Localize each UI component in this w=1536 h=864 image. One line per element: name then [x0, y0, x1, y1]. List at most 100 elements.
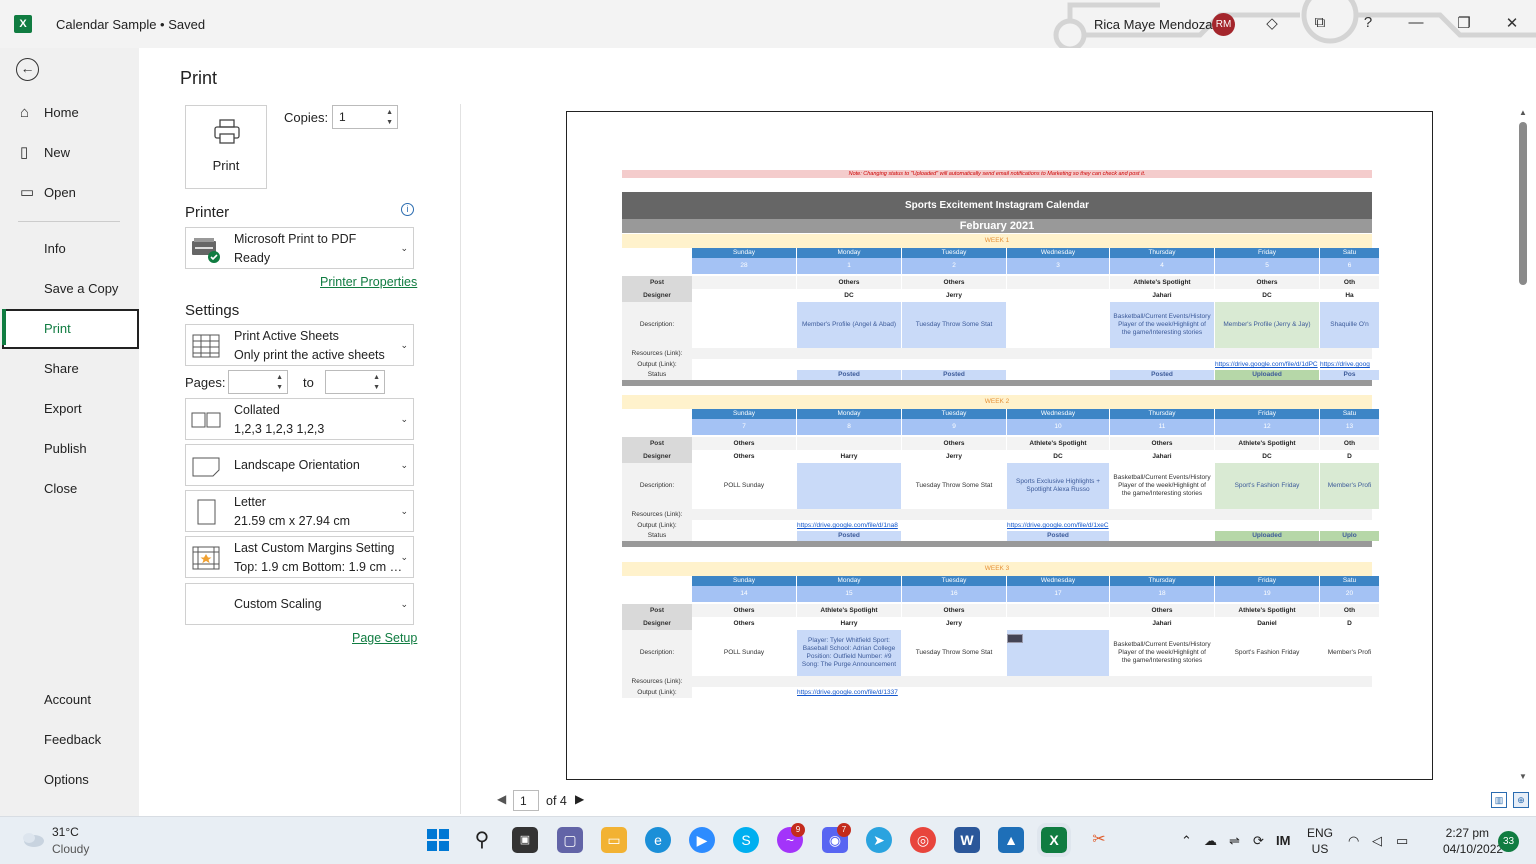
edge-browser-icon[interactable]: e: [645, 827, 671, 853]
nav-print[interactable]: Print: [2, 309, 139, 349]
preview-scrollbar[interactable]: ▲ ▼: [1516, 104, 1531, 784]
nav-save-a-copy[interactable]: Save a Copy: [0, 271, 139, 307]
page-setup-link[interactable]: Page Setup: [352, 631, 417, 645]
show-margins-icon[interactable]: ▥: [1491, 792, 1507, 808]
post-cell: [692, 276, 796, 289]
nav-publish[interactable]: Publish: [0, 431, 139, 467]
teams-chat-icon[interactable]: ▢: [557, 827, 583, 853]
back-arrow-icon[interactable]: ←: [16, 58, 39, 81]
pages-to-input[interactable]: ▲ ▼: [325, 370, 385, 394]
premium-diamond-icon[interactable]: ◇: [1262, 14, 1282, 32]
avatar[interactable]: RM: [1212, 13, 1235, 36]
minimize-icon[interactable]: —: [1406, 14, 1426, 31]
scaling-dropdown[interactable]: Custom Scaling ⌄: [185, 583, 414, 625]
day-header: Friday: [1215, 576, 1319, 586]
nav-label: Feedback: [44, 732, 102, 747]
next-page-icon[interactable]: ▶: [575, 792, 584, 806]
spin-down-icon[interactable]: ▼: [373, 384, 380, 391]
weather-temperature[interactable]: 31°C: [52, 825, 79, 839]
printer-dropdown[interactable]: Microsoft Print to PDF Ready ⌄: [185, 227, 414, 269]
nav-info[interactable]: Info: [0, 231, 139, 267]
spin-down-icon[interactable]: ▼: [386, 119, 393, 126]
week-band: WEEK 1: [622, 234, 1372, 248]
margins-dropdown[interactable]: Last Custom Margins Setting Top: 1.9 cm …: [185, 536, 414, 578]
zoom-to-page-icon[interactable]: ⊕: [1513, 792, 1529, 808]
show-hidden-icons-icon[interactable]: ⌃: [1181, 833, 1192, 849]
output-link: https://drive.goog: [1320, 361, 1370, 368]
excel-taskbar-icon[interactable]: X: [1037, 823, 1071, 857]
page-number-input[interactable]: 1: [513, 790, 539, 811]
paper-size-dropdown[interactable]: Letter 21.59 cm x 27.94 cm ⌄: [185, 490, 414, 532]
chevron-down-icon: ⌄: [400, 552, 408, 562]
settings-sliders-icon[interactable]: ⇌: [1229, 833, 1240, 849]
volume-icon[interactable]: ◁: [1372, 833, 1382, 849]
week-separator: [622, 541, 1372, 547]
info-icon[interactable]: i: [401, 203, 414, 216]
nav-account[interactable]: Account: [0, 682, 139, 718]
spin-down-icon[interactable]: ▼: [276, 384, 283, 391]
weather-condition[interactable]: Cloudy: [52, 842, 89, 856]
row-label-designer: Designer: [622, 289, 692, 302]
close-icon[interactable]: ✕: [1502, 14, 1522, 32]
row-label-status: Status: [622, 370, 692, 380]
nav-feedback[interactable]: Feedback: [0, 722, 139, 758]
chrome-icon[interactable]: ◎: [910, 827, 936, 853]
description-cell: Member's Profi: [1327, 649, 1372, 657]
spin-up-icon[interactable]: ▲: [276, 374, 283, 381]
print-button[interactable]: Print: [185, 105, 267, 189]
sync-icon[interactable]: ⟳: [1253, 833, 1264, 849]
orientation-dropdown[interactable]: Landscape Orientation ⌄: [185, 444, 414, 486]
wifi-icon[interactable]: ◠: [1348, 833, 1359, 849]
landscape-page-icon: [192, 457, 220, 477]
previous-page-icon[interactable]: ◀: [497, 792, 506, 806]
word-icon[interactable]: W: [954, 827, 980, 853]
language-indicator[interactable]: ENG US: [1307, 825, 1333, 857]
spin-up-icon[interactable]: ▲: [386, 109, 393, 116]
search-icon[interactable]: ⚲: [469, 827, 495, 853]
status-cell: [1110, 531, 1214, 541]
nav-open[interactable]: ▭ Open: [0, 175, 139, 211]
scroll-up-icon[interactable]: ▲: [1519, 108, 1527, 117]
file-explorer-icon[interactable]: ▭: [601, 827, 627, 853]
battery-icon[interactable]: ▭: [1396, 833, 1408, 849]
printer-properties-link[interactable]: Printer Properties: [320, 275, 417, 289]
restore-icon[interactable]: ❐: [1454, 14, 1474, 32]
user-name[interactable]: Rica Maye Mendoza: [1094, 17, 1213, 32]
scroll-down-icon[interactable]: ▼: [1519, 772, 1527, 781]
windows-start-icon[interactable]: [425, 827, 451, 853]
skype-icon[interactable]: S: [733, 827, 759, 853]
nav-home[interactable]: ⌂ Home: [0, 95, 139, 131]
print-what-label: Print Active Sheets: [234, 329, 339, 343]
nav-options[interactable]: Options: [0, 762, 139, 798]
day-header: Sunday: [692, 576, 796, 586]
help-icon[interactable]: ?: [1358, 14, 1378, 31]
system-clock[interactable]: 2:27 pm 04/10/2022: [1443, 825, 1503, 857]
collated-icon: [191, 412, 221, 428]
collation-dropdown[interactable]: Collated 1,2,3 1,2,3 1,2,3 ⌄: [185, 398, 414, 440]
notification-count[interactable]: 33: [1498, 831, 1519, 852]
photos-icon[interactable]: ▲: [998, 827, 1024, 853]
coauthoring-icon[interactable]: ⧉: [1310, 14, 1330, 31]
day-header: Tuesday: [902, 248, 1006, 258]
performance-icon[interactable]: IM: [1276, 833, 1290, 848]
task-view-icon[interactable]: ▣: [512, 827, 538, 853]
pages-from-input[interactable]: ▲ ▼: [228, 370, 288, 394]
row-label-designer: Designer: [622, 450, 692, 463]
copies-input[interactable]: 1 ▲ ▼: [332, 105, 398, 129]
nav-share[interactable]: Share: [0, 351, 139, 387]
telegram-icon[interactable]: ➤: [866, 827, 892, 853]
onedrive-icon[interactable]: ☁: [1204, 833, 1217, 849]
pages-label: Pages:: [185, 375, 226, 390]
nav-new[interactable]: ▯ New: [0, 135, 139, 171]
print-what-dropdown[interactable]: Print Active Sheets Only print the activ…: [185, 324, 414, 366]
nav-export[interactable]: Export: [0, 391, 139, 427]
snipping-tool-icon[interactable]: ✂: [1086, 827, 1112, 853]
zoom-icon[interactable]: ▶: [689, 827, 715, 853]
nav-label: Info: [44, 241, 66, 256]
scroll-thumb[interactable]: [1519, 122, 1527, 285]
spin-up-icon[interactable]: ▲: [373, 374, 380, 381]
excel-icon[interactable]: X: [14, 15, 32, 33]
description-cell: Tuesday Throw Some Stat: [902, 302, 1006, 348]
date-cell: 13: [1320, 419, 1379, 435]
nav-close[interactable]: Close: [0, 471, 139, 507]
